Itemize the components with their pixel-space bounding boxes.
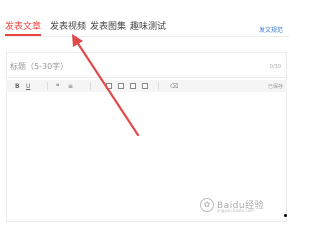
quote-button[interactable]: ❝ <box>56 83 59 90</box>
save-status: 已保存 <box>267 84 283 90</box>
watermark: ✿ Baidu经验 jingyan.baidu.com <box>200 197 284 215</box>
paw-logo-icon: ✿ <box>200 198 214 212</box>
toolbar-separator <box>90 82 91 90</box>
tab-fun-quiz[interactable]: 趣味测试 <box>130 21 166 33</box>
toolbar-separator <box>158 82 159 90</box>
list-button[interactable]: ≡ <box>68 83 73 90</box>
tab-bar: 发表文章 发表视频 发表图集 趣味测试 发文规范 <box>0 21 289 37</box>
title-char-count: 0/30 <box>269 64 281 70</box>
image-icon[interactable] <box>106 83 112 89</box>
title-divider <box>6 77 287 78</box>
clear-format-icon[interactable]: ⌫ <box>170 83 178 90</box>
video-icon[interactable] <box>118 83 124 89</box>
publishing-rules-link[interactable]: 发文规范 <box>259 25 283 34</box>
tab-publish-video[interactable]: 发表视频 <box>50 21 86 33</box>
editor-toolbar: B U ❝ ≡ ⌫ 已保存 <box>6 80 287 92</box>
link-icon[interactable] <box>142 83 148 89</box>
audio-icon[interactable] <box>130 83 136 89</box>
toolbar-separator <box>47 82 48 90</box>
title-input[interactable]: 标题（5-30字） <box>10 61 68 72</box>
tab-publish-gallery[interactable]: 发表图集 <box>90 21 126 33</box>
underline-button[interactable]: U <box>26 83 30 90</box>
bold-button[interactable]: B <box>15 83 20 90</box>
tab-publish-article[interactable]: 发表文章 <box>5 21 41 33</box>
decorative-dot <box>284 214 287 217</box>
tabs-divider <box>0 36 289 37</box>
watermark-subtext: jingyan.baidu.com <box>217 208 254 213</box>
